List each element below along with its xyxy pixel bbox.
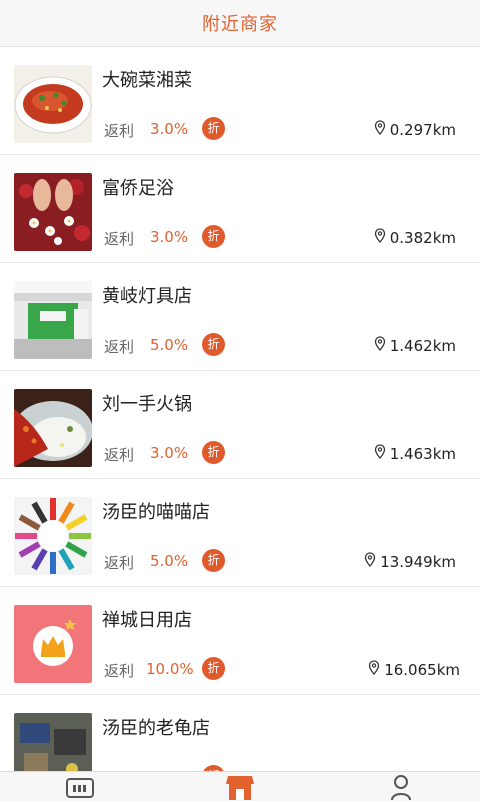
- discount-badge: 折: [202, 657, 225, 680]
- distance: 0.382km: [374, 228, 456, 247]
- distance: 0.297km: [374, 120, 456, 139]
- store-thumbnail: [14, 281, 92, 359]
- distance-value: 13.949km: [380, 552, 456, 571]
- list-item[interactable]: 汤臣的喵喵店 返利 5.0% 折 13.949km: [0, 479, 480, 587]
- card-icon: [66, 778, 94, 802]
- distance-value: 1.463km: [389, 444, 456, 463]
- location-pin-icon: [364, 552, 376, 571]
- distance-value: 0.297km: [389, 120, 456, 139]
- distance-value: 0.382km: [389, 228, 456, 247]
- page-title: 附近商家: [202, 14, 278, 35]
- distance: 16.065km: [368, 660, 460, 679]
- rebate-label: 返利: [104, 446, 135, 464]
- list-item[interactable]: 黄岐灯具店 返利 5.0% 折 1.462km: [0, 263, 480, 371]
- list-item[interactable]: 禅城日用店 返利 10.0% 折 16.065km: [0, 587, 480, 695]
- store-list[interactable]: 大碗菜湘菜 返利 3.0% 折 0.297km 富侨足浴 返利 3.0% 折 0…: [0, 47, 480, 771]
- location-pin-icon: [374, 336, 386, 355]
- distance-value: 16.065km: [384, 660, 460, 679]
- distance: 1.462km: [374, 336, 456, 355]
- store-thumbnail: [14, 713, 92, 771]
- discount-badge: 折: [202, 225, 225, 248]
- user-icon: [390, 775, 412, 804]
- top-bar: 附近商家: [0, 0, 480, 47]
- rebate-label: 返利: [104, 338, 135, 356]
- store-thumbnail: [14, 65, 92, 143]
- store-thumbnail: [14, 497, 92, 575]
- location-pin-icon: [374, 444, 386, 463]
- store-thumbnail: [14, 605, 92, 683]
- list-item[interactable]: 大碗菜湘菜 返利 3.0% 折 0.297km: [0, 47, 480, 155]
- list-item[interactable]: 汤臣的老龟店 返利 折: [0, 695, 480, 771]
- discount-badge: 折: [202, 549, 225, 572]
- rebate-label: 返利: [104, 230, 135, 248]
- store-name: 刘一手火锅: [102, 394, 192, 415]
- tab-card[interactable]: [66, 778, 94, 802]
- rebate-rate: 3.0%: [150, 228, 189, 246]
- location-pin-icon: [374, 120, 386, 139]
- store-name: 富侨足浴: [102, 178, 174, 199]
- discount-badge: 折: [202, 117, 225, 140]
- bottom-tab-bar: [0, 771, 480, 801]
- distance-value: 1.462km: [389, 336, 456, 355]
- list-item[interactable]: 富侨足浴 返利 3.0% 折 0.382km: [0, 155, 480, 263]
- store-name: 大碗菜湘菜: [102, 70, 192, 91]
- store-thumbnail: [14, 389, 92, 467]
- store-thumbnail: [14, 173, 92, 251]
- discount-badge: 折: [202, 333, 225, 356]
- store-name: 禅城日用店: [102, 610, 192, 631]
- distance: 1.463km: [374, 444, 456, 463]
- store-name: 汤臣的老龟店: [102, 718, 210, 739]
- location-pin-icon: [374, 228, 386, 247]
- rebate-rate: 5.0%: [150, 552, 189, 570]
- rebate-rate: 3.0%: [150, 444, 189, 462]
- rebate-label: 返利: [104, 554, 135, 572]
- list-item[interactable]: 刘一手火锅 返利 3.0% 折 1.463km: [0, 371, 480, 479]
- store-name: 黄岐灯具店: [102, 286, 192, 307]
- rebate-label: 返利: [104, 122, 135, 140]
- rebate-rate: 10.0%: [146, 660, 194, 678]
- distance: 13.949km: [364, 552, 456, 571]
- rebate-label: 返利: [104, 662, 135, 680]
- location-pin-icon: [368, 660, 380, 679]
- rebate-rate: 5.0%: [150, 336, 189, 354]
- rebate-rate: 3.0%: [150, 120, 189, 138]
- discount-badge: 折: [202, 441, 225, 464]
- store-icon: [226, 776, 254, 804]
- store-name: 汤臣的喵喵店: [102, 502, 210, 523]
